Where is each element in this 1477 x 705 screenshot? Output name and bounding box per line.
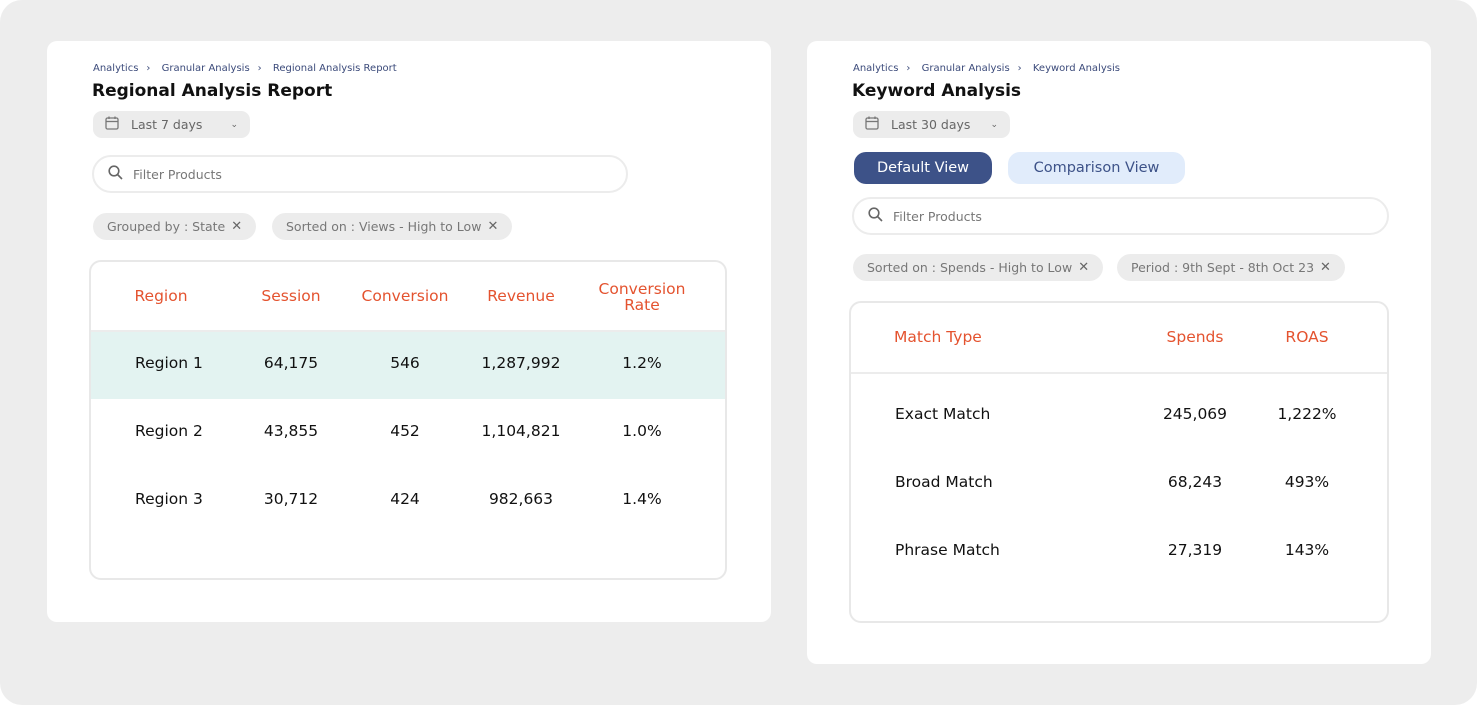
- calendar-icon: [865, 116, 879, 133]
- table-cell: Region 2: [135, 422, 203, 440]
- chevron-right-icon: ›: [1017, 63, 1022, 74]
- breadcrumb-current: Regional Analysis Report: [272, 63, 397, 74]
- table-cell: 982,663: [488, 490, 554, 508]
- keyword-table: Match Type Spends ROAS Exact Match 245,06…: [849, 301, 1389, 623]
- close-icon[interactable]: ✕: [487, 219, 498, 234]
- table-cell: Region 3: [135, 490, 203, 508]
- chevron-right-icon: ›: [257, 63, 262, 74]
- table-cell: 1.2%: [622, 354, 662, 372]
- column-header-revenue: Revenue: [487, 287, 555, 305]
- regional-analysis-card: Analytics › Granular Analysis › Regional A…: [47, 41, 771, 622]
- chevron-down-icon: ⌄: [230, 119, 238, 130]
- table-cell: Phrase Match: [895, 541, 1000, 559]
- chip-label: Period : 9th Sept - 8th Oct 23: [1131, 260, 1315, 275]
- filter-chip-grouped: Grouped by : State ✕: [93, 213, 257, 240]
- table-cell: 64,175: [263, 354, 319, 372]
- filter-chip-sorted: Sorted on : Spends - High to Low ✕: [853, 254, 1104, 281]
- table-cell: 30,712: [263, 490, 319, 508]
- table-header: Region Session Conversion Revenue Conver…: [91, 262, 725, 332]
- table-cell: 493%: [1284, 473, 1330, 491]
- column-header-conversion: Conversion: [361, 287, 449, 305]
- table-cell: 1,104,821: [481, 422, 561, 440]
- table-cell: 27,319: [1167, 541, 1223, 559]
- table-cell: Broad Match: [895, 473, 993, 491]
- table-cell: 143%: [1284, 541, 1330, 559]
- search-placeholder: Filter Products: [133, 166, 222, 182]
- filter-products-input[interactable]: Filter Products: [92, 155, 628, 193]
- table-cell: 68,243: [1167, 473, 1223, 491]
- close-icon[interactable]: ✕: [1320, 260, 1331, 275]
- column-header-match-type: Match Type: [894, 328, 982, 346]
- date-range-dropdown[interactable]: Last 30 days ⌄: [853, 111, 1010, 138]
- column-header-roas: ROAS: [1285, 328, 1329, 346]
- chip-label: Grouped by : State: [107, 219, 226, 234]
- chevron-down-icon: ⌄: [990, 119, 998, 130]
- table-cell: 245,069: [1162, 405, 1228, 423]
- table-row[interactable]: Region 3 30,712 424 982,663 1.4%: [91, 468, 725, 535]
- filter-chip-sorted: Sorted on : Views - High to Low ✕: [272, 213, 513, 240]
- table-row[interactable]: Broad Match 68,243 493%: [851, 444, 1387, 512]
- table-row[interactable]: Region 2 43,855 452 1,104,821 1.0%: [91, 400, 725, 467]
- column-header-region: Region: [134, 287, 188, 305]
- table-cell: 424: [390, 490, 420, 508]
- breadcrumb: Analytics › Granular Analysis › Keyword An…: [853, 63, 1128, 74]
- filter-chip-period: Period : 9th Sept - 8th Oct 23 ✕: [1117, 254, 1345, 281]
- table-row[interactable]: Region 1 64,175 546 1,287,992 1.2%: [91, 332, 725, 399]
- table-header: Match Type Spends ROAS: [851, 303, 1387, 374]
- table-cell: 1.0%: [622, 422, 662, 440]
- breadcrumb-analytics[interactable]: Analytics: [853, 63, 898, 74]
- default-view-button[interactable]: Default View: [854, 152, 992, 184]
- breadcrumb-analytics[interactable]: Analytics: [93, 63, 138, 74]
- date-range-value: Last 7 days: [131, 117, 203, 132]
- table-cell: Exact Match: [895, 405, 991, 423]
- date-range-dropdown[interactable]: Last 7 days ⌄: [93, 111, 250, 138]
- table-cell: Region 1: [135, 354, 203, 372]
- search-placeholder: Filter Products: [893, 208, 982, 224]
- column-header-session: Session: [261, 287, 321, 305]
- breadcrumb-granular[interactable]: Granular Analysis: [162, 63, 250, 74]
- table-cell: 452: [390, 422, 420, 440]
- calendar-icon: [105, 116, 119, 133]
- column-header-conversion-rate: Conversion Rate: [598, 280, 686, 315]
- breadcrumb-granular[interactable]: Granular Analysis: [922, 63, 1010, 74]
- search-icon: [108, 165, 123, 183]
- table-row[interactable]: Phrase Match 27,319 143%: [851, 512, 1387, 580]
- chip-label: Sorted on : Spends - High to Low: [867, 260, 1073, 275]
- table-cell: 43,855: [263, 422, 319, 440]
- keyword-analysis-card: Analytics › Granular Analysis › Keyword An…: [807, 41, 1431, 664]
- breadcrumb-current: Keyword Analysis: [1032, 63, 1120, 74]
- chevron-right-icon: ›: [906, 63, 911, 74]
- table-cell: 1.4%: [622, 490, 662, 508]
- close-icon[interactable]: ✕: [231, 219, 242, 234]
- table-cell: 546: [390, 354, 420, 372]
- date-range-value: Last 30 days: [891, 117, 971, 132]
- chip-label: Sorted on : Views - High to Low: [286, 219, 482, 234]
- page-title: Keyword Analysis: [852, 81, 1022, 101]
- close-icon[interactable]: ✕: [1078, 260, 1089, 275]
- chevron-right-icon: ›: [146, 63, 151, 74]
- column-header-spends: Spends: [1166, 328, 1224, 346]
- regional-table: Region Session Conversion Revenue Conver…: [89, 260, 727, 580]
- filter-products-input[interactable]: Filter Products: [852, 197, 1389, 235]
- page-title: Regional Analysis Report: [92, 81, 333, 101]
- breadcrumb: Analytics › Granular Analysis › Regional A…: [93, 63, 405, 74]
- search-icon: [868, 207, 883, 225]
- table-cell: 1,287,992: [481, 354, 561, 372]
- table-row[interactable]: Exact Match 245,069 1,222%: [851, 376, 1387, 444]
- table-cell: 1,222%: [1277, 405, 1337, 423]
- comparison-view-button[interactable]: Comparison View: [1008, 152, 1185, 184]
